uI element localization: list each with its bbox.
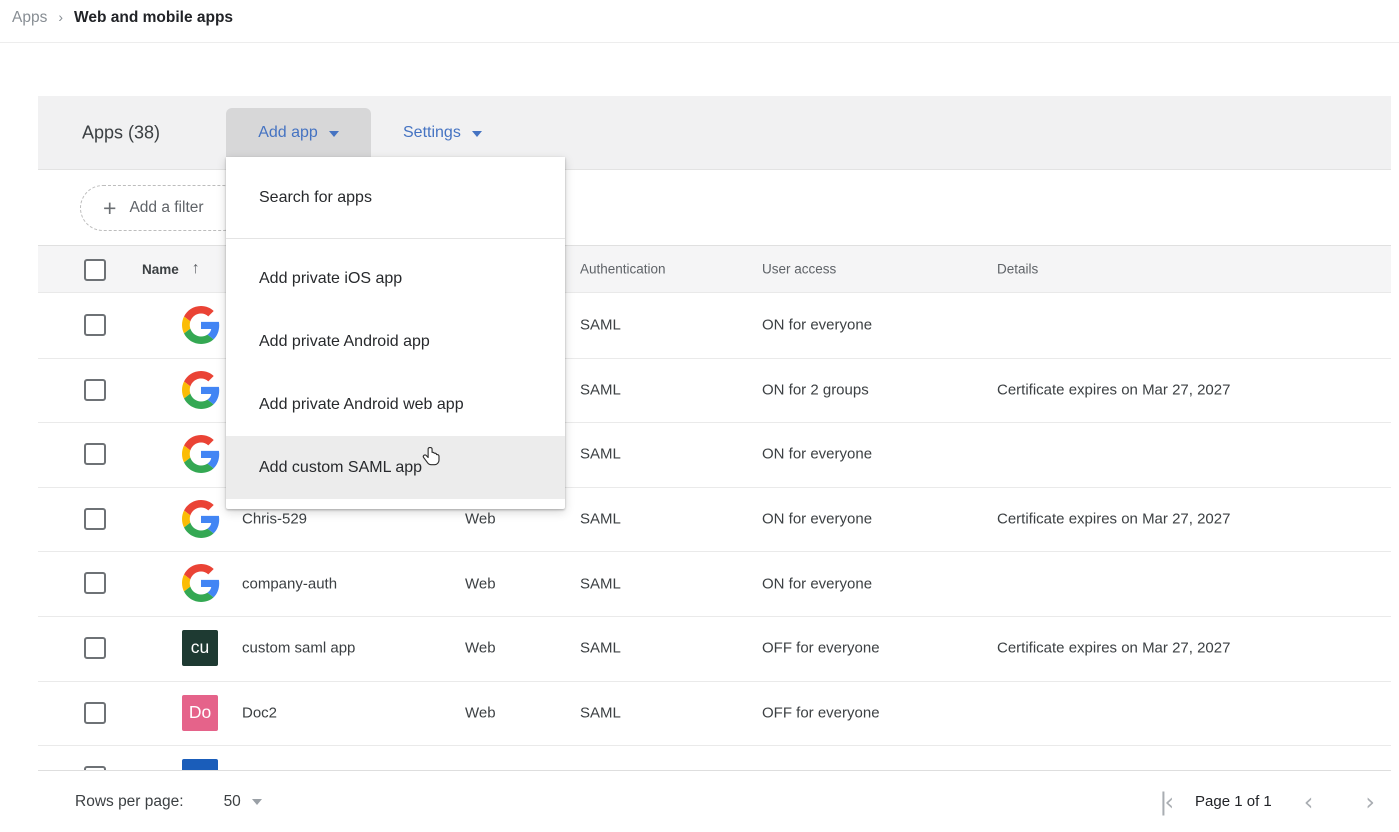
chevron-right-icon: › [58, 9, 63, 25]
chevron-down-icon [472, 131, 482, 137]
menu-spacer [226, 239, 565, 247]
app-details: Certificate expires on Mar 27, 2027 [997, 381, 1230, 398]
row-checkbox[interactable] [84, 508, 106, 530]
sort-ascending-icon: ↑ [192, 260, 200, 278]
app-letter-avatar: cu [182, 630, 218, 666]
app-name[interactable]: Chris-529 [242, 511, 307, 528]
add-app-button-label: Add app [258, 124, 318, 142]
menu-item-add-private-android-app[interactable]: Add private Android app [226, 310, 565, 373]
table-row[interactable]: cu custom saml app Web SAML OFF for everyone… [38, 616, 1391, 681]
app-google-logo [182, 500, 220, 538]
rows-per-page: Rows per page: 50 [75, 793, 262, 811]
app-authentication: SAML [580, 446, 621, 463]
app-authentication: SAML [580, 575, 621, 592]
app-authentication: SAML [580, 317, 621, 334]
menu-item-add-custom-saml-app[interactable]: Add custom SAML app [226, 436, 565, 499]
google-logo-icon [182, 371, 220, 409]
google-logo-icon [182, 306, 220, 344]
app-google-logo [182, 371, 220, 409]
settings-button-label: Settings [403, 124, 461, 142]
app-name[interactable]: Doc2 [242, 704, 277, 721]
select-all-checkbox[interactable] [84, 259, 106, 281]
app-google-logo [182, 564, 220, 602]
row-checkbox[interactable] [84, 314, 106, 336]
app-platform: Web [465, 511, 496, 528]
google-logo-icon [182, 564, 220, 602]
table-row[interactable]: company-auth Web SAML ON for everyone [38, 551, 1391, 616]
add-filter-label: Add a filter [129, 199, 203, 217]
menu-item-add-private-ios-app[interactable]: Add private iOS app [226, 247, 565, 310]
chevron-down-icon [329, 131, 339, 137]
app-name[interactable]: custom saml app [242, 640, 355, 657]
rows-per-page-label: Rows per page: [75, 793, 184, 811]
app-details: Certificate expires on Mar 27, 2027 [997, 511, 1230, 528]
header-divider [0, 42, 1399, 43]
app-letter-avatar: Do [182, 759, 218, 770]
app-platform: Web [465, 704, 496, 721]
settings-button[interactable]: Settings [403, 108, 482, 157]
app-user-access: OFF for everyone [762, 640, 880, 657]
app-user-access: ON for everyone [762, 511, 872, 528]
app-google-logo [182, 306, 220, 344]
app-user-access: ON for everyone [762, 317, 872, 334]
app-letter-avatar: Do [182, 695, 218, 731]
app-user-access: ON for 2 groups [762, 381, 869, 398]
apps-count-label: Apps (38) [82, 122, 160, 143]
breadcrumb-current: Web and mobile apps [74, 9, 233, 27]
pager: |‹ Page 1 of 1 ‹ › [1159, 790, 1375, 814]
app-user-access: ON for everyone [762, 575, 872, 592]
app-authentication: SAML [580, 381, 621, 398]
app-google-logo [182, 435, 220, 473]
add-app-button[interactable]: Add app [226, 108, 371, 157]
column-header-name[interactable]: Name ↑ [142, 260, 200, 278]
table-footer: Rows per page: 50 |‹ Page 1 of 1 ‹ › [38, 770, 1391, 832]
app-authentication: SAML [580, 511, 621, 528]
breadcrumb: Apps › Web and mobile apps [12, 9, 233, 27]
next-page-icon[interactable]: › [1365, 790, 1375, 814]
app-platform: Web [465, 640, 496, 657]
google-logo-icon [182, 435, 220, 473]
app-details: Certificate expires on Mar 27, 2027 [997, 640, 1230, 657]
first-page-icon[interactable]: |‹ [1159, 790, 1171, 814]
app-platform: Web [465, 575, 496, 592]
rows-per-page-value[interactable]: 50 [224, 793, 241, 811]
table-row[interactable]: DoDoc3WebSAMLOFF for everyone [38, 745, 1391, 770]
column-header-user-access[interactable]: User access [762, 262, 836, 277]
app-authentication: SAML [580, 704, 621, 721]
table-row[interactable]: Do Doc2 Web SAML OFF for everyone [38, 681, 1391, 746]
breadcrumb-parent-link[interactable]: Apps [12, 9, 47, 27]
column-header-authentication[interactable]: Authentication [580, 262, 666, 277]
google-logo-icon [182, 500, 220, 538]
page-indicator: Page 1 of 1 [1195, 793, 1272, 810]
row-checkbox[interactable] [84, 379, 106, 401]
plus-icon: + [103, 197, 116, 220]
row-checkbox[interactable] [84, 443, 106, 465]
previous-page-icon[interactable]: ‹ [1304, 790, 1314, 814]
app-name[interactable]: company-auth [242, 575, 337, 592]
menu-item-add-private-android-web-app[interactable]: Add private Android web app [226, 373, 565, 436]
add-app-menu: Search for apps Add private iOS app Add … [226, 157, 565, 509]
add-filter-button[interactable]: + Add a filter [80, 185, 246, 231]
app-user-access: OFF for everyone [762, 704, 880, 721]
app-authentication: SAML [580, 640, 621, 657]
row-checkbox[interactable] [84, 637, 106, 659]
column-header-details[interactable]: Details [997, 262, 1038, 277]
row-checkbox[interactable] [84, 572, 106, 594]
rows-per-page-caret-icon[interactable] [252, 799, 262, 805]
row-checkbox[interactable] [84, 702, 106, 724]
app-user-access: ON for everyone [762, 446, 872, 463]
menu-item-search-for-apps[interactable]: Search for apps [226, 157, 565, 239]
